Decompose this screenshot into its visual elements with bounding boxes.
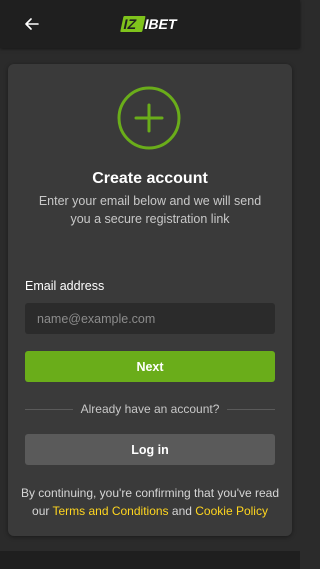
bottom-bar xyxy=(0,551,300,569)
brand-logo[interactable]: IZ IBET xyxy=(118,14,182,34)
cookie-policy-link[interactable]: Cookie Policy xyxy=(195,504,268,518)
next-button[interactable]: Next xyxy=(25,351,275,382)
arrow-left-icon xyxy=(25,18,39,30)
create-account-card: Create account Enter your email below an… xyxy=(8,64,292,536)
plus-circle-icon xyxy=(117,86,181,150)
login-divider: Already have an account? xyxy=(25,402,275,416)
page-title: Create account xyxy=(92,170,208,187)
terms-notice: By continuing, you're confirming that yo… xyxy=(18,484,282,520)
terms-link[interactable]: Terms and Conditions xyxy=(52,504,168,518)
login-button[interactable]: Log in xyxy=(25,434,275,465)
back-button[interactable] xyxy=(20,12,44,36)
email-label: Email address xyxy=(25,279,105,293)
divider-line-right xyxy=(227,409,275,410)
email-input[interactable] xyxy=(25,303,275,334)
svg-text:IBET: IBET xyxy=(143,16,179,32)
page-subtitle: Enter your email below and we will send … xyxy=(38,194,262,226)
terms-and: and xyxy=(171,504,192,518)
top-bar: IZ IBET xyxy=(0,0,300,48)
